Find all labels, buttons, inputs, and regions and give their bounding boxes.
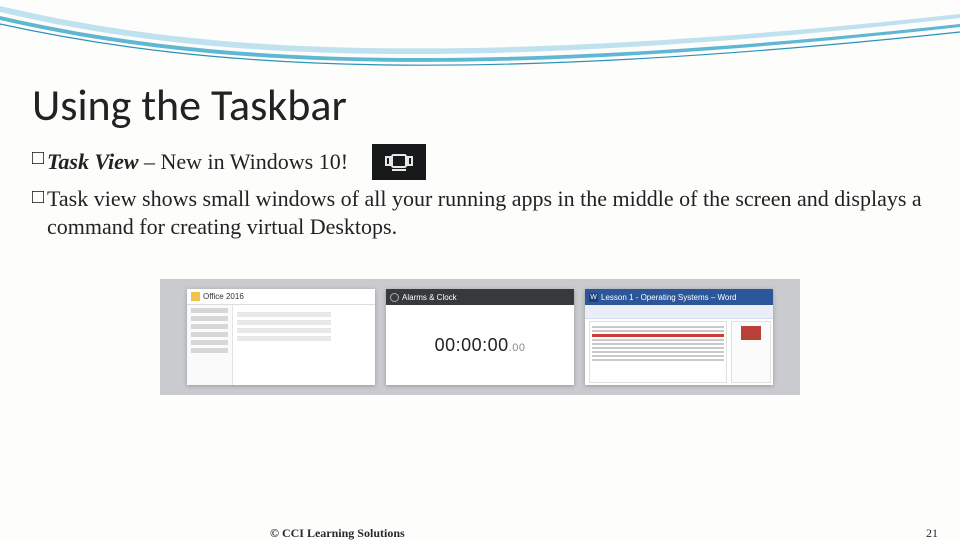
thumb2-title: Alarms & Clock — [402, 293, 457, 302]
bullet-marker: □ — [32, 185, 44, 213]
bullet-2-text: Task view shows small windows of all you… — [47, 185, 928, 241]
thumb-alarms-clock: Alarms & Clock 00:00:00.00 — [386, 289, 574, 385]
page-number: 21 — [926, 526, 938, 540]
bullet-1-text: Task View – New in Windows 10! — [47, 146, 426, 182]
thumb-word: WLesson 1 - Operating Systems – Word — [585, 289, 773, 385]
bullet-marker: □ — [32, 146, 44, 174]
footer-copyright: © CCI Learning Solutions — [270, 526, 405, 540]
folder-icon — [191, 292, 200, 301]
thumb3-title: Lesson 1 - Operating Systems – Word — [601, 293, 736, 302]
time-cent: .00 — [509, 342, 526, 354]
thumb-file-explorer: Office 2016 — [187, 289, 375, 385]
thumb1-title: Office 2016 — [203, 292, 244, 301]
task-view-preview: Office 2016 Alarms & Clock 00:00:00.00 W… — [160, 279, 800, 395]
bullet-1-rest: – New in Windows 10! — [139, 149, 349, 174]
slide-title: Using the Taskbar — [32, 82, 928, 128]
bullet-1-bold: Task View — [47, 149, 139, 174]
bullet-2: □ Task view shows small windows of all y… — [32, 185, 928, 241]
time-main: 00:00:00 — [435, 335, 509, 355]
task-view-icon — [372, 144, 426, 180]
clock-icon — [390, 293, 399, 302]
bullet-1: □ Task View – New in Windows 10! — [32, 146, 928, 182]
word-icon: W — [589, 293, 598, 302]
stopwatch-readout: 00:00:00.00 — [435, 335, 526, 356]
